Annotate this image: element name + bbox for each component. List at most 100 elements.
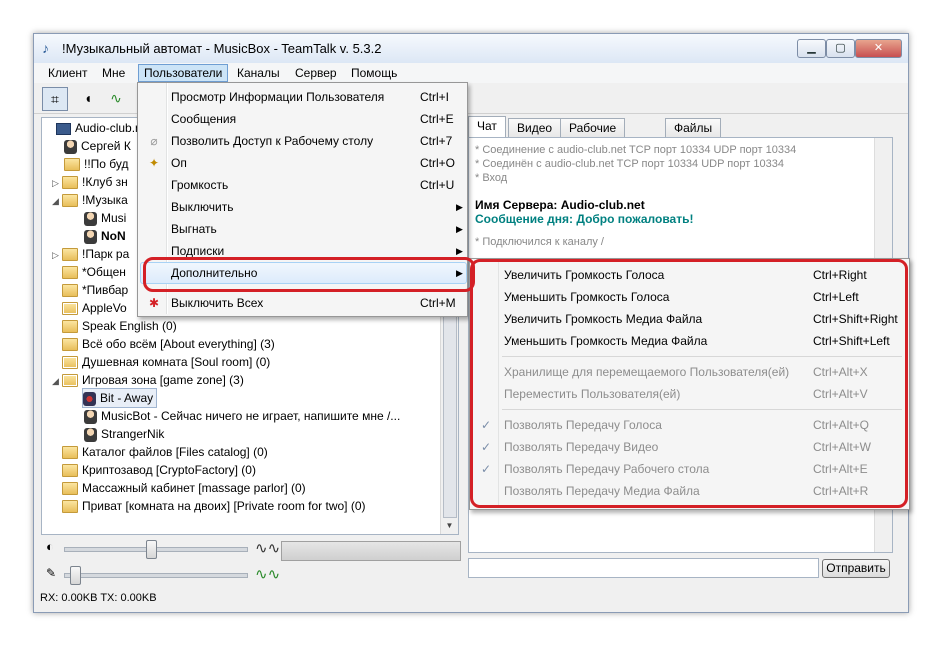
folder-icon: [62, 464, 78, 478]
window-title: !Музыкальный автомат - MusicBox - TeamTa…: [62, 41, 382, 56]
tab-video[interactable]: Видео: [508, 118, 562, 137]
menu-users[interactable]: Пользователи: [138, 64, 229, 82]
user-icon: [84, 427, 97, 442]
voice-activation-icon[interactable]: ∿: [104, 87, 128, 109]
voice-level-meter: [281, 541, 461, 561]
user-icon: [84, 229, 97, 244]
tab-desktops[interactable]: Рабочие столы: [560, 118, 626, 153]
speaker-volume-thumb[interactable]: [146, 540, 157, 559]
connect-icon[interactable]: ⌗: [42, 87, 68, 111]
tree-row[interactable]: Speak English (0): [62, 317, 177, 335]
tree-row[interactable]: ◢ !Музыка: [52, 191, 128, 209]
submenu-arrow-icon: ▶: [456, 224, 463, 234]
tree-row[interactable]: ◢ Игровая зона [game zone] (3): [52, 371, 244, 389]
mute-all-icon: ✱: [148, 296, 160, 310]
menu-help[interactable]: Помощь: [346, 65, 402, 81]
locked-folder-icon: [62, 374, 78, 388]
folder-icon: [62, 500, 78, 514]
maximize-button[interactable]: ▢: [826, 39, 855, 58]
chat-line: * Соединение с audio-club.net TCP порт 1…: [475, 144, 797, 156]
tree-row[interactable]: NoN: [84, 227, 126, 245]
tree-row[interactable]: Душевная комната [Soul room] (0): [62, 353, 270, 371]
tab-chat[interactable]: Чат: [468, 116, 506, 138]
minimize-button[interactable]: ▁: [797, 39, 826, 58]
folder-icon: [62, 284, 78, 298]
tab-files[interactable]: Файлы (8): [665, 118, 722, 153]
tree-row[interactable]: MusicBot - Сейчас ничего не играет, напи…: [84, 407, 400, 425]
folder-icon: [62, 248, 78, 262]
folder-icon: [62, 320, 78, 334]
menu-item-messages[interactable]: Сообщения Ctrl+E: [140, 108, 465, 130]
collapse-icon[interactable]: ◢: [52, 372, 62, 390]
menu-client[interactable]: Клиент: [43, 65, 93, 81]
tree-row[interactable]: ▷ !Парк ра: [52, 245, 129, 263]
teamtalk-logo-icon: ♪: [42, 40, 49, 56]
star-icon: ✦: [148, 156, 160, 170]
folder-icon: [62, 482, 78, 496]
folder-icon: [62, 446, 78, 460]
tree-row-server[interactable]: Audio-club.net: [46, 119, 152, 137]
menu-item-kick[interactable]: Выгнать ▶: [140, 218, 465, 240]
menu-item-op[interactable]: ✦ Оп Ctrl+O: [140, 152, 465, 174]
mic-gain-thumb[interactable]: [70, 566, 81, 585]
menu-item-mute-all[interactable]: ✱ Выключить Всех Ctrl+M: [140, 292, 465, 314]
menu-server[interactable]: Сервер: [290, 65, 342, 81]
tree-row[interactable]: Каталог файлов [Files catalog] (0): [62, 443, 268, 461]
tree-row[interactable]: !!По буд: [64, 155, 129, 173]
menu-item-volume[interactable]: Громкость Ctrl+U: [140, 174, 465, 196]
paperclip-icon: ⌀: [150, 134, 158, 148]
menu-item-mute[interactable]: Выключить ▶: [140, 196, 465, 218]
folder-icon: [64, 158, 80, 172]
headset-icon[interactable]: ◖: [76, 87, 100, 109]
menu-item-allow-desktop-access[interactable]: ⌀ Позволить Доступ к Рабочему столу Ctrl+7: [140, 130, 465, 152]
chat-line: * Подключился к каналу /: [475, 236, 604, 248]
tree-row[interactable]: *Пивбар: [62, 281, 128, 299]
microphone-icon: ✎: [46, 566, 57, 580]
user-icon: [64, 139, 77, 154]
waveform-icon: ∿∿: [255, 540, 281, 557]
message-input[interactable]: [468, 558, 819, 578]
title-bar[interactable]: ♪ !Музыкальный автомат - MusicBox - Team…: [34, 34, 908, 64]
chat-line: * Вход: [475, 172, 508, 184]
menu-bar: Клиент Мне Пользователи Каналы Сервер По…: [34, 63, 908, 83]
locked-folder-icon: [62, 356, 78, 370]
user-icon: [84, 211, 97, 226]
close-button[interactable]: ✕: [855, 39, 902, 58]
chat-line: * Соединён с audio-club.net TCP порт 103…: [475, 158, 784, 170]
server-name-line: Имя Сервера: Audio-club.net: [475, 198, 645, 212]
menu-me[interactable]: Мне: [97, 65, 130, 81]
folder-icon: [62, 338, 78, 352]
voice-activation-level-icon: ∿∿: [255, 566, 281, 583]
folder-icon: [62, 194, 78, 208]
tree-row[interactable]: AppleVo: [62, 299, 127, 317]
collapse-icon[interactable]: ◢: [52, 192, 62, 210]
user-icon: [84, 409, 97, 424]
tree-row[interactable]: Сергей К: [64, 137, 131, 155]
tree-row[interactable]: Musi: [84, 209, 126, 227]
highlight-ring-advanced: [143, 257, 475, 292]
tree-row[interactable]: Приват [комната на двоих] [Private room …: [62, 497, 366, 515]
user-away-icon: [83, 391, 96, 406]
tree-row[interactable]: Всё обо всём [About everything] (3): [62, 335, 275, 353]
send-button[interactable]: Отправить: [822, 559, 890, 578]
mic-gain-slider[interactable]: [64, 573, 248, 578]
folder-icon: [62, 266, 78, 280]
tree-row[interactable]: StrangerNik: [84, 425, 164, 443]
submenu-arrow-icon: ▶: [456, 202, 463, 212]
menu-item-view-user-info[interactable]: Просмотр Информации Пользователя Ctrl+I: [140, 86, 465, 108]
speaker-volume-icon: ◐: [46, 539, 54, 554]
highlight-ring-submenu: [470, 259, 908, 508]
tree-row[interactable]: Криптозавод [CryptoFactory] (0): [62, 461, 256, 479]
tree-row-selected[interactable]: Bit - Away: [82, 388, 158, 408]
tree-row[interactable]: *Общен: [62, 263, 126, 281]
expand-icon[interactable]: ▷: [52, 246, 62, 264]
expand-icon[interactable]: ▷: [52, 174, 62, 192]
computer-icon: [56, 122, 71, 135]
locked-folder-icon: [62, 302, 78, 316]
folder-icon: [62, 176, 78, 190]
scroll-down-icon[interactable]: ▼: [441, 517, 458, 534]
tree-row[interactable]: ▷ !Клуб зн: [52, 173, 128, 191]
menu-channels[interactable]: Каналы: [232, 65, 285, 81]
tree-row[interactable]: Массажный кабинет [massage parlor] (0): [62, 479, 306, 497]
status-bar: RX: 0.00KB TX: 0.00KB: [40, 592, 157, 604]
